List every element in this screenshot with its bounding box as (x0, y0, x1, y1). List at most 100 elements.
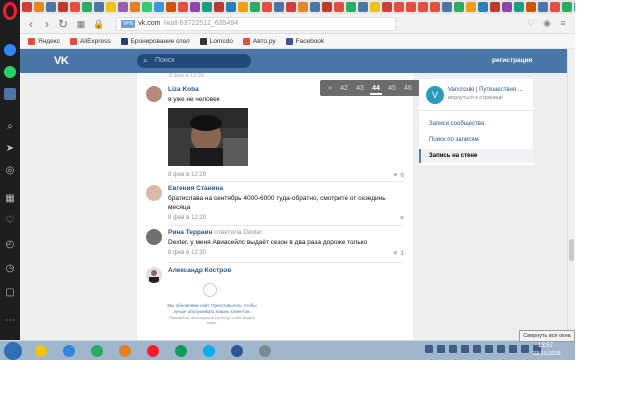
clock-icon[interactable]: ◷ (3, 262, 17, 276)
like-button[interactable]: ♥ 1 (393, 250, 404, 257)
browser-tab[interactable] (142, 2, 152, 12)
menu-community-posts[interactable]: Записи сообщества (419, 117, 533, 131)
clock-date[interactable]: 23.10.2018 (533, 351, 561, 357)
tray-icon[interactable] (485, 345, 493, 353)
back-to-page-link[interactable]: вернуться к странице (448, 95, 503, 101)
tray-icon[interactable] (497, 345, 505, 353)
tray-icon[interactable] (437, 345, 445, 353)
browser-tab[interactable] (190, 2, 200, 12)
snapshot-icon[interactable]: ◉ (542, 18, 552, 28)
bookmark-item[interactable]: Яндекс (28, 37, 60, 45)
browser-tab[interactable] (178, 2, 188, 12)
tray-icon[interactable] (509, 345, 517, 353)
whatsapp-icon[interactable] (4, 66, 16, 78)
comment-date[interactable]: 8 фев в 12:29 (168, 215, 206, 221)
browser-tab[interactable] (310, 2, 320, 12)
browser-tab[interactable] (478, 2, 488, 12)
tray-icon[interactable] (425, 345, 433, 353)
browser-tab[interactable] (262, 2, 272, 12)
browser-tab[interactable] (502, 2, 512, 12)
browser-tab[interactable] (46, 2, 56, 12)
page-number[interactable]: 43 (356, 85, 364, 92)
browser-tab[interactable] (130, 2, 140, 12)
browser-tab[interactable] (94, 2, 104, 12)
browser-tab[interactable] (274, 2, 284, 12)
browser-tab[interactable] (238, 2, 248, 12)
browser-tab[interactable] (490, 2, 500, 12)
box-icon[interactable]: ▢ (3, 286, 17, 300)
browser-tab[interactable] (106, 2, 116, 12)
search-input[interactable]: ⌕ Поиск (137, 54, 251, 68)
more-icon[interactable]: ⋯ (3, 314, 17, 328)
vpn-badge[interactable]: VPN (121, 20, 136, 28)
camera-icon[interactable]: ◎ (3, 164, 17, 178)
bookmark-item[interactable]: Facebook (285, 37, 324, 45)
speed-dial-icon[interactable]: ▦ (74, 17, 88, 31)
grid-icon[interactable]: ▦ (3, 192, 17, 206)
like-button[interactable]: ♥ 6 (393, 172, 404, 179)
author-name[interactable]: Рина Терраин (168, 229, 212, 236)
browser-tab[interactable] (442, 2, 452, 12)
browser-tab[interactable] (118, 2, 128, 12)
browser-tab[interactable] (202, 2, 212, 12)
browser-tab[interactable] (154, 2, 164, 12)
browser-tab[interactable] (358, 2, 368, 12)
start-button[interactable] (4, 342, 22, 360)
taskbar-app[interactable] (142, 343, 164, 359)
comment-author[interactable]: Александр Костров (168, 267, 231, 274)
community-header[interactable]: V Vancrouki | Путешествия ... вернуться … (419, 79, 533, 111)
browser-tab[interactable] (382, 2, 392, 12)
page-number[interactable]: 45 (388, 85, 396, 92)
menu-wall-post[interactable]: Запись на стене (419, 149, 533, 163)
browser-tab[interactable] (346, 2, 356, 12)
bookmark-heart-icon[interactable]: ♡ (526, 18, 536, 28)
search-icon[interactable]: ⌕ (3, 120, 17, 134)
clock-time[interactable]: 13:57 (538, 343, 553, 349)
taskbar-app[interactable] (254, 343, 276, 359)
browser-tab[interactable] (82, 2, 92, 12)
browser-tab[interactable] (370, 2, 380, 12)
avatar[interactable] (146, 229, 162, 245)
browser-tab[interactable] (250, 2, 260, 12)
prev-page[interactable]: « (328, 85, 332, 92)
comment-photo[interactable] (168, 108, 248, 166)
register-link[interactable]: регистрация (492, 57, 532, 64)
browser-tab[interactable] (226, 2, 236, 12)
browser-tab[interactable] (406, 2, 416, 12)
like-button[interactable]: ♥ (400, 215, 404, 222)
taskbar-app[interactable] (58, 343, 80, 359)
taskbar-app[interactable] (198, 343, 220, 359)
taskbar-app[interactable] (226, 343, 248, 359)
menu-search-posts[interactable]: Поиск по записям (419, 133, 533, 147)
reload-icon[interactable]: ↻ (56, 17, 70, 31)
browser-tab[interactable] (562, 2, 572, 12)
comment-date[interactable]: 8 фев в 12:29 (168, 172, 206, 178)
browser-tab[interactable] (526, 2, 536, 12)
page-scrollbar[interactable] (567, 49, 575, 340)
comment-author[interactable]: Рина Терраин ответила Dexter (168, 229, 262, 236)
tray-icon[interactable] (521, 345, 529, 353)
browser-tab[interactable] (286, 2, 296, 12)
opera-logo-icon[interactable] (3, 4, 17, 18)
community-title[interactable]: Vancrouki | Путешествия ... (448, 87, 523, 93)
browser-tab[interactable] (166, 2, 176, 12)
browser-tab[interactable] (430, 2, 440, 12)
bookmark-item[interactable]: AliExpress (69, 37, 111, 45)
send-icon[interactable]: ➤ (3, 142, 17, 156)
bookmark-item[interactable]: Бронирование отел (120, 37, 190, 45)
browser-tab[interactable] (514, 2, 524, 12)
page-number[interactable]: 44 (370, 85, 382, 95)
browser-tab[interactable] (418, 2, 428, 12)
back-icon[interactable]: ‹ (24, 17, 38, 31)
taskbar-app[interactable] (30, 343, 52, 359)
heart-icon[interactable]: ♡ (3, 214, 17, 228)
browser-tab[interactable] (466, 2, 476, 12)
browser-tab[interactable] (322, 2, 332, 12)
browser-tab[interactable] (550, 2, 560, 12)
browser-tab[interactable] (70, 2, 80, 12)
browser-tab[interactable] (538, 2, 548, 12)
page-number[interactable]: 42 (340, 85, 348, 92)
tray-icon[interactable] (449, 345, 457, 353)
comment-author[interactable]: Liza Koba (168, 86, 199, 93)
browser-tab[interactable] (58, 2, 68, 12)
